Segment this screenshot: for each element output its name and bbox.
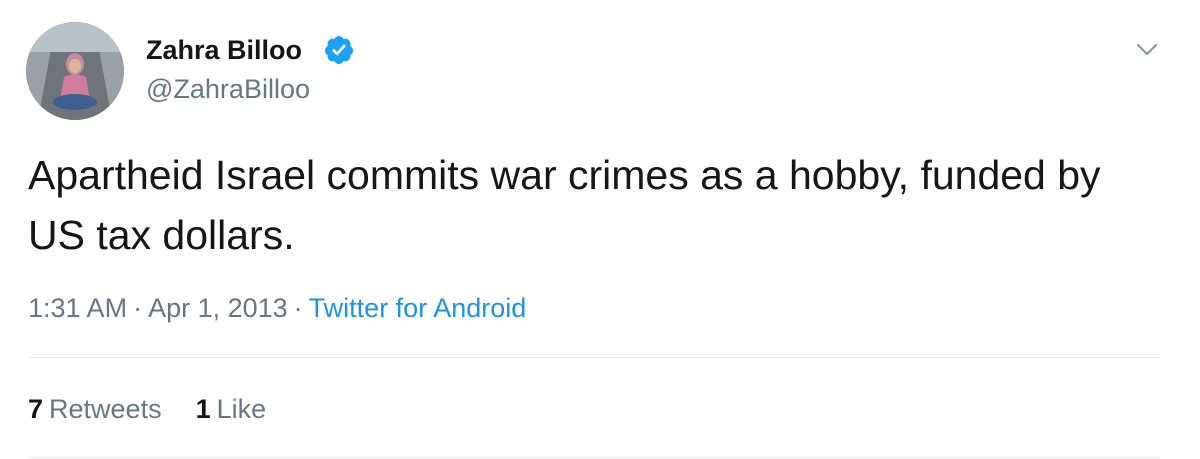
likes-count: 1 [195,394,211,424]
likes-stat[interactable]: 1 Like [196,391,267,427]
tweet-source-link[interactable]: Twitter for Android [309,293,527,323]
tweet-stats: 7 Retweets 1 Like [28,391,300,427]
tweet-text: Apartheid Israel commits war crimes as a… [28,152,1101,258]
tweet-card: Zahra Billoo @ZahraBilloo Apartheid Isra… [0,0,1200,459]
likes-label: Like [216,394,267,424]
author-name[interactable]: Zahra Billoo [146,34,302,66]
tweet-metadata: 1:31 AM · Apr 1, 2013 · Twitter for Android [28,290,526,326]
tweet-time[interactable]: 1:31 AM [28,293,127,323]
retweets-label: Retweets [49,394,162,424]
avatar[interactable] [26,22,124,120]
meta-separator: · [293,293,303,323]
avatar-photo-icon [26,22,124,120]
meta-separator: · [133,293,143,323]
divider [28,357,1160,358]
retweets-stat[interactable]: 7 Retweets [28,391,162,427]
chevron-down-icon[interactable] [1132,34,1162,64]
divider [28,457,1160,458]
retweets-count: 7 [28,394,44,424]
author-handle[interactable]: @ZahraBilloo [146,73,310,105]
verified-badge-icon [324,36,353,64]
tweet-date[interactable]: Apr 1, 2013 [148,293,288,323]
